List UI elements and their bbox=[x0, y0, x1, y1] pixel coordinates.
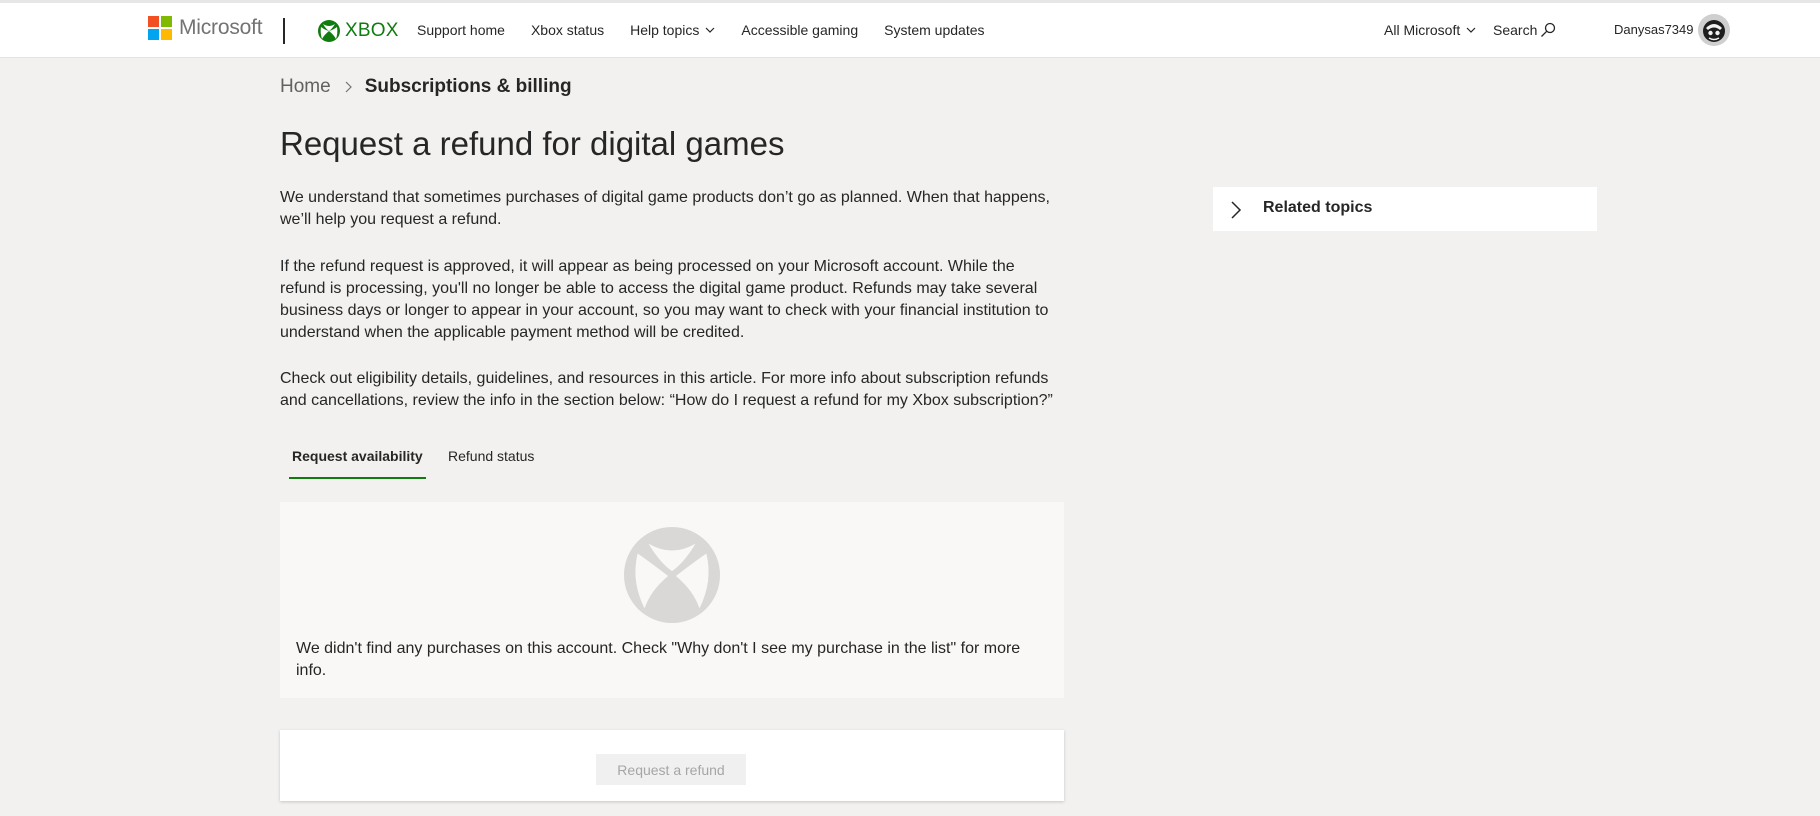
eligibility-paragraph: Check out eligibility details, guideline… bbox=[280, 370, 1053, 409]
microsoft-wordmark: Microsoft bbox=[179, 16, 263, 39]
search-button[interactable]: Search bbox=[1493, 22, 1556, 38]
request-refund-button[interactable]: Request a refund bbox=[596, 754, 746, 785]
empty-state-message: We didn't find any purchases on this acc… bbox=[296, 640, 1021, 679]
xbox-wordmark: XBOX bbox=[345, 20, 399, 41]
page-title: Request a refund for digital games bbox=[280, 125, 785, 162]
nav-xbox-status[interactable]: Xbox status bbox=[531, 22, 604, 38]
intro-paragraph: We understand that sometimes purchases o… bbox=[280, 189, 1050, 228]
nav-accessible-gaming[interactable]: Accessible gaming bbox=[741, 22, 858, 38]
breadcrumb-current[interactable]: Subscriptions & billing bbox=[365, 76, 572, 98]
search-label: Search bbox=[1493, 22, 1538, 38]
nav-support-home[interactable]: Support home bbox=[417, 22, 505, 38]
empty-purchases-panel: We didn't find any purchases on this acc… bbox=[280, 502, 1064, 698]
xbox-logo[interactable]: XBOX bbox=[317, 19, 399, 43]
nav-system-updates[interactable]: System updates bbox=[884, 22, 984, 38]
tab-request-availability[interactable]: Request availability bbox=[289, 448, 426, 480]
breadcrumb: Home Subscriptions & billing bbox=[280, 76, 572, 98]
chevron-down-icon bbox=[1466, 27, 1476, 33]
breadcrumb-home-link[interactable]: Home bbox=[280, 76, 331, 98]
microsoft-logo[interactable]: Microsoft bbox=[148, 16, 263, 40]
related-topics-label: Related topics bbox=[1263, 199, 1373, 216]
main-nav: Support home Xbox status Help topics Acc… bbox=[417, 22, 1011, 38]
nav-help-topics-label: Help topics bbox=[630, 22, 700, 38]
user-account-name[interactable]: Danysas7349 bbox=[1614, 22, 1694, 37]
tab-refund-status[interactable]: Refund status bbox=[445, 448, 537, 480]
xbox-icon bbox=[318, 20, 340, 42]
chevron-right-icon bbox=[1231, 201, 1242, 219]
chevron-down-icon bbox=[705, 27, 715, 33]
search-icon bbox=[1541, 22, 1556, 37]
chevron-right-icon bbox=[345, 81, 352, 93]
refund-processing-paragraph: If the refund request is approved, it wi… bbox=[280, 258, 1049, 341]
avatar[interactable] bbox=[1698, 14, 1730, 46]
all-microsoft-menu[interactable]: All Microsoft bbox=[1384, 22, 1476, 38]
related-topics-expander[interactable]: Related topics bbox=[1213, 187, 1597, 231]
all-microsoft-label: All Microsoft bbox=[1384, 22, 1461, 38]
site-header: Microsoft XBOX Support home Xbox status … bbox=[0, 3, 1820, 58]
brand-divider bbox=[283, 18, 285, 44]
nav-help-topics[interactable]: Help topics bbox=[630, 22, 715, 38]
xbox-logo-icon bbox=[623, 526, 721, 624]
avatar-image-icon bbox=[1698, 14, 1730, 46]
microsoft-squares-icon bbox=[148, 16, 172, 40]
refund-tabs: Request availability Refund status bbox=[280, 448, 880, 480]
refund-action-panel: Request a refund bbox=[280, 730, 1064, 801]
